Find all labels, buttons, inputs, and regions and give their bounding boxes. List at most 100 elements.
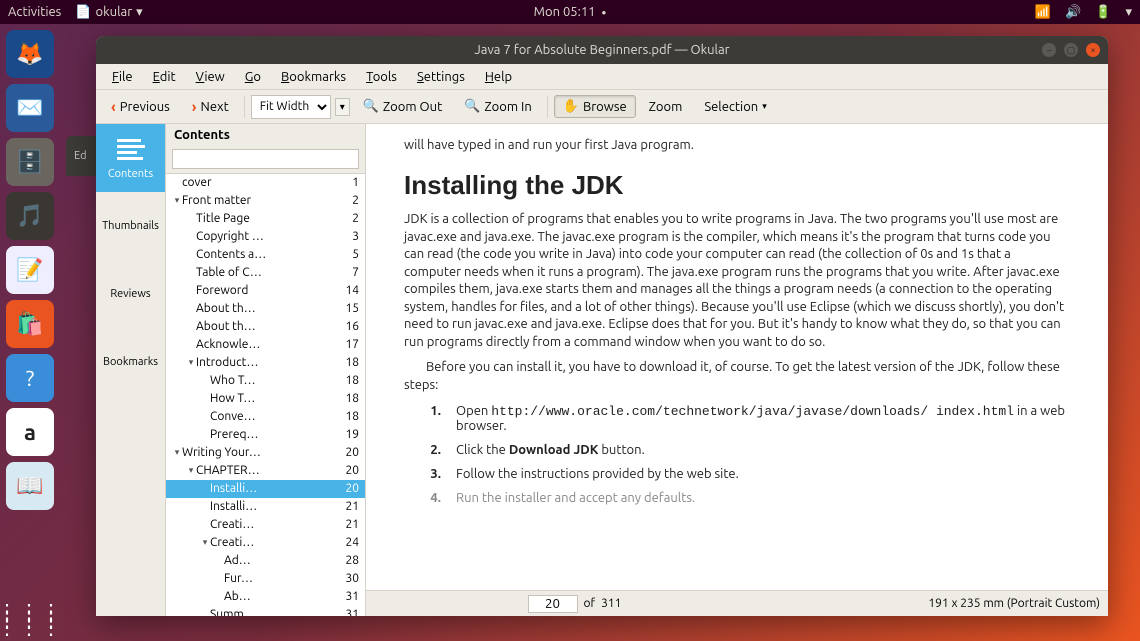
toc-row[interactable]: ▾Introduct…18 [166, 354, 365, 372]
zoom-out-button[interactable]: 🔍Zoom Out [354, 95, 451, 118]
toc-row[interactable]: Installi…20 [166, 480, 365, 498]
chevron-right-icon: › [192, 98, 197, 115]
previous-button[interactable]: ‹Previous [102, 94, 179, 119]
network-icon[interactable]: 📶 [1035, 5, 1051, 20]
document-area[interactable]: will have typed in and run your first Ja… [366, 124, 1108, 616]
zoom-in-button[interactable]: 🔍Zoom In [455, 95, 541, 118]
toc-row[interactable]: ▾Front matter2 [166, 192, 365, 210]
toc-row[interactable]: ▾Writing Your…20 [166, 444, 365, 462]
next-button[interactable]: ›Next [183, 94, 238, 119]
sidetab-contents[interactable]: Contents [96, 124, 165, 192]
toc-row[interactable]: About th…15 [166, 300, 365, 318]
zoom-mode-select[interactable]: Fit Width [251, 95, 331, 119]
toc-row[interactable]: Table of C…7 [166, 264, 365, 282]
power-menu-icon[interactable]: ▾ [1125, 5, 1132, 20]
selection-tool-button[interactable]: Selection▾ [695, 96, 775, 118]
toc-row[interactable]: Foreword14 [166, 282, 365, 300]
launcher-dock: 🦊 ✉️ 🗄️ 🎵 📝 🛍️ ? a 📖 ⋮⋮⋮⋮⋮⋮⋮⋮⋮ [0, 24, 60, 641]
menu-go[interactable]: Go [237, 68, 269, 86]
page-dimensions: 191 x 235 mm (Portrait Custom) [928, 597, 1100, 610]
system-topbar: Activities 📄 okular ▾ Mon 05:11 ● 📶 🔊 🔋 … [0, 0, 1140, 24]
toc-row[interactable]: Contents a…5 [166, 246, 365, 264]
launcher-software[interactable]: 🛍️ [6, 300, 54, 348]
launcher-okular-running[interactable]: 📖 [6, 462, 54, 510]
toc-row[interactable]: ▾CHAPTER…20 [166, 462, 365, 480]
status-bar: of 311 191 x 235 mm (Portrait Custom) [366, 590, 1108, 616]
launcher-writer[interactable]: 📝 [6, 246, 54, 294]
toc-row[interactable]: Ad…28 [166, 552, 365, 570]
doc-paragraph-1: JDK is a collection of programs that ena… [404, 211, 1070, 351]
doc-step-4: Run the installer and accept any default… [444, 491, 1070, 505]
toc-row[interactable]: How T…18 [166, 390, 365, 408]
battery-icon[interactable]: 🔋 [1095, 5, 1111, 20]
zoom-in-icon: 🔍 [464, 99, 480, 114]
toc-row[interactable]: Fur…30 [166, 570, 365, 588]
page-number-input[interactable] [528, 595, 578, 613]
doc-step-3: Follow the instructions provided by the … [444, 467, 1070, 481]
okular-menu-icon: 📄 [75, 5, 91, 20]
app-menu[interactable]: 📄 okular ▾ [75, 5, 142, 20]
menu-edit[interactable]: Edit [145, 68, 184, 86]
page-total: 311 [601, 597, 621, 610]
chevron-left-icon: ‹ [111, 98, 116, 115]
menu-bookmarks[interactable]: Bookmarks [273, 68, 354, 86]
toc-tree[interactable]: cover1▾Front matter2Title Page2Copyright… [166, 173, 365, 617]
menu-help[interactable]: Help [477, 68, 520, 86]
toc-row[interactable]: Conve…18 [166, 408, 365, 426]
clock[interactable]: Mon 05:11 [534, 5, 596, 19]
zoom-tool-button[interactable]: Zoom [640, 96, 692, 118]
window-titlebar[interactable]: Java 7 for Absolute Beginners.pdf — Okul… [96, 36, 1108, 64]
toc-row[interactable]: Creati…21 [166, 516, 365, 534]
show-applications-icon[interactable]: ⋮⋮⋮⋮⋮⋮⋮⋮⋮ [0, 607, 63, 631]
launcher-files[interactable]: 🗄️ [6, 138, 54, 186]
sidetab-bookmarks[interactable]: Bookmarks [96, 328, 165, 396]
zoom-out-icon: 🔍 [363, 99, 379, 114]
doc-intro-line: will have typed in and run your first Ja… [404, 138, 1070, 152]
contents-search-input[interactable] [172, 149, 359, 169]
menu-bar: File Edit View Go Bookmarks Tools Settin… [96, 64, 1108, 90]
doc-heading: Installing the JDK [404, 170, 1070, 201]
activities-button[interactable]: Activities [8, 5, 61, 19]
contents-header: Contents [166, 124, 365, 146]
launcher-firefox[interactable]: 🦊 [6, 30, 54, 78]
contents-icon [115, 136, 147, 164]
sidetab-thumbnails[interactable]: Thumbnails [96, 192, 165, 260]
launcher-amazon[interactable]: a [6, 408, 54, 456]
doc-paragraph-2: Before you can install it, you have to d… [404, 359, 1070, 394]
maximize-button[interactable]: ▢ [1064, 43, 1078, 57]
pdf-page: will have typed in and run your first Ja… [366, 124, 1108, 590]
toc-row[interactable]: Ab…31 [166, 588, 365, 606]
contents-panel: Contents cover1▾Front matter2Title Page2… [166, 124, 366, 616]
sidetab-reviews[interactable]: Reviews [96, 260, 165, 328]
menu-tools[interactable]: Tools [358, 68, 405, 86]
menu-view[interactable]: View [188, 68, 233, 86]
page-of-label: of [584, 597, 596, 610]
minimize-button[interactable]: – [1042, 43, 1056, 57]
menu-settings[interactable]: Settings [409, 68, 473, 86]
launcher-rhythmbox[interactable]: 🎵 [6, 192, 54, 240]
toc-row[interactable]: cover1 [166, 174, 365, 192]
zoom-dropdown-button[interactable]: ▾ [335, 98, 350, 116]
volume-icon[interactable]: 🔊 [1065, 5, 1081, 20]
browse-tool-button[interactable]: ✋Browse [554, 95, 636, 118]
window-title: Java 7 for Absolute Beginners.pdf — Okul… [474, 43, 729, 57]
okular-window: Java 7 for Absolute Beginners.pdf — Okul… [96, 36, 1108, 616]
doc-step-2: Click the Download JDK button. [444, 443, 1070, 457]
toc-row[interactable]: About th…16 [166, 318, 365, 336]
toolbar: ‹Previous ›Next Fit Width ▾ 🔍Zoom Out 🔍Z… [96, 90, 1108, 124]
menu-file[interactable]: File [104, 68, 141, 86]
launcher-thunderbird[interactable]: ✉️ [6, 84, 54, 132]
toc-row[interactable]: Acknowle…17 [166, 336, 365, 354]
toc-row[interactable]: ▾Creati…24 [166, 534, 365, 552]
toc-row[interactable]: Summ…31 [166, 606, 365, 617]
toc-row[interactable]: Who T…18 [166, 372, 365, 390]
close-button[interactable]: × [1086, 43, 1100, 57]
toc-row[interactable]: Title Page2 [166, 210, 365, 228]
side-tab-bar: Contents Thumbnails Reviews Bookmarks [96, 124, 166, 616]
toc-row[interactable]: Prereq…19 [166, 426, 365, 444]
doc-step-1: Open http://www.oracle.com/technetwork/j… [444, 404, 1070, 433]
toc-row[interactable]: Copyright …3 [166, 228, 365, 246]
hand-icon: ✋ [563, 99, 579, 114]
launcher-help[interactable]: ? [6, 354, 54, 402]
toc-row[interactable]: Installi…21 [166, 498, 365, 516]
